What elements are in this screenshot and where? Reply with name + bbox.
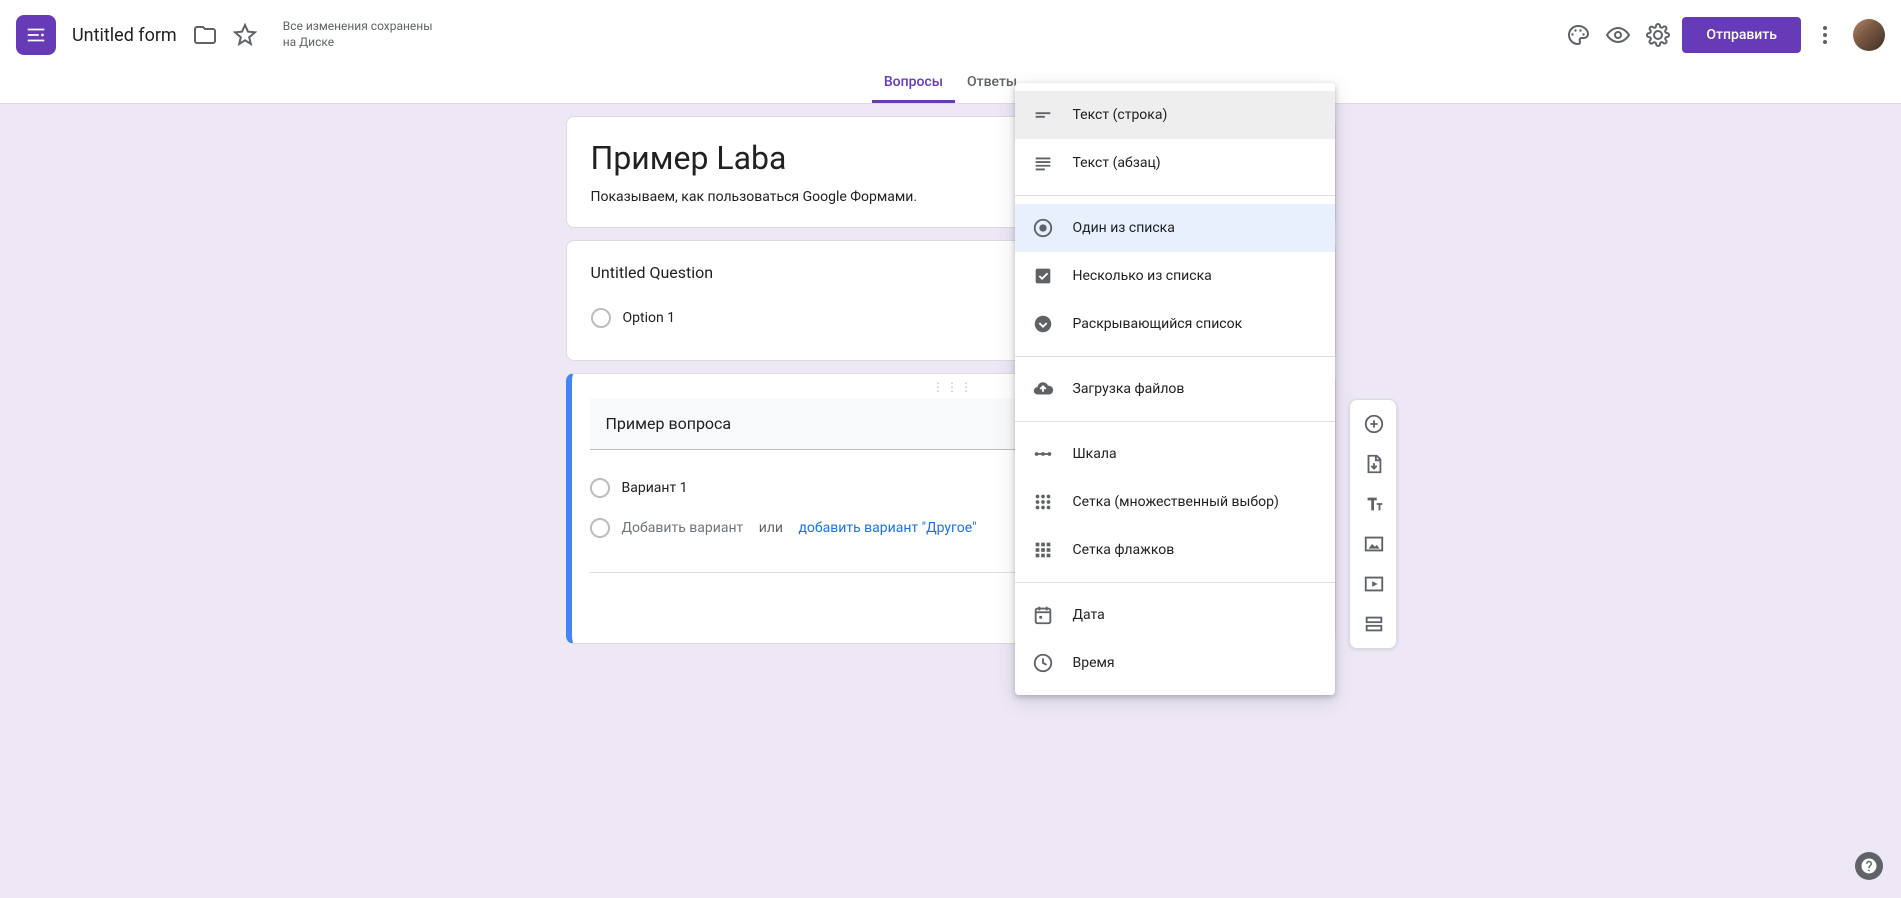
menu-item-label: Один из списка xyxy=(1073,220,1175,236)
radio-icon xyxy=(591,308,611,328)
menu-item-time[interactable]: Время xyxy=(1015,639,1335,687)
image-icon xyxy=(1363,533,1385,555)
linear-scale-icon xyxy=(1031,442,1055,466)
option-label[interactable]: Вариант 1 xyxy=(622,480,688,496)
or-text: или xyxy=(759,520,783,536)
add-option-placeholder[interactable]: Добавить вариант xyxy=(622,520,744,536)
cloud-upload-icon xyxy=(1031,377,1055,401)
menu-item-linear-scale[interactable]: Шкала xyxy=(1015,430,1335,478)
save-status-line2: на Диске xyxy=(283,35,433,51)
menu-item-label: Дата xyxy=(1073,607,1105,623)
section-icon xyxy=(1363,613,1385,635)
customize-theme-button[interactable] xyxy=(1558,15,1598,55)
menu-item-label: Загрузка файлов xyxy=(1073,381,1185,397)
menu-item-label: Сетка флажков xyxy=(1073,542,1175,558)
menu-item-label: Раскрывающийся список xyxy=(1073,316,1243,332)
option-label: Option 1 xyxy=(623,310,676,326)
move-to-folder-button[interactable] xyxy=(185,15,225,55)
add-question-button[interactable] xyxy=(1350,404,1398,444)
clock-icon xyxy=(1031,651,1055,675)
question-type-menu[interactable]: Текст (строка) Текст (абзац) Один из списк… xyxy=(1015,83,1335,695)
star-button[interactable] xyxy=(225,15,265,55)
menu-divider xyxy=(1015,421,1335,422)
add-image-button[interactable] xyxy=(1350,524,1398,564)
settings-button[interactable] xyxy=(1638,15,1678,55)
or-text xyxy=(791,520,794,536)
grid-dots-icon xyxy=(1031,490,1055,514)
add-title-button[interactable] xyxy=(1350,484,1398,524)
menu-item-mc-grid[interactable]: Сетка (множественный выбор) xyxy=(1015,478,1335,526)
add-video-button[interactable] xyxy=(1350,564,1398,604)
grid-squares-icon xyxy=(1031,538,1055,562)
account-avatar[interactable] xyxy=(1853,19,1885,51)
app-header: Untitled form Все изменения сохранены на… xyxy=(0,0,1901,64)
gear-icon xyxy=(1646,23,1670,47)
save-status-line1: Все изменения сохранены xyxy=(283,19,433,35)
radio-icon xyxy=(590,478,610,498)
tab-questions[interactable]: Вопросы xyxy=(872,64,955,103)
subject-icon xyxy=(1031,151,1055,175)
calendar-icon xyxy=(1031,603,1055,627)
dropdown-circle-icon xyxy=(1031,312,1055,336)
add-circle-icon xyxy=(1363,413,1385,435)
add-other-link[interactable]: добавить вариант "Другое" xyxy=(798,520,976,536)
help-button[interactable] xyxy=(1855,852,1883,880)
preview-button[interactable] xyxy=(1598,15,1638,55)
send-button[interactable]: Отправить xyxy=(1682,17,1801,53)
radio-icon xyxy=(590,518,610,538)
save-status: Все изменения сохранены на Диске xyxy=(283,19,433,50)
menu-item-label: Время xyxy=(1073,655,1115,671)
more-menu-button[interactable] xyxy=(1805,15,1845,55)
menu-item-label: Текст (абзац) xyxy=(1073,155,1161,171)
checkbox-icon xyxy=(1031,264,1055,288)
menu-item-label: Текст (строка) xyxy=(1073,107,1168,123)
video-icon xyxy=(1363,573,1385,595)
drag-handle-icon[interactable]: ⋮⋮⋮ xyxy=(932,380,974,394)
or-text xyxy=(747,520,750,536)
side-toolbar xyxy=(1349,399,1397,649)
star-icon xyxy=(233,23,257,47)
eye-icon xyxy=(1606,23,1630,47)
form-title-input[interactable]: Untitled form xyxy=(72,25,177,46)
menu-item-file-upload[interactable]: Загрузка файлов xyxy=(1015,365,1335,413)
form-canvas: Пример Laba Показываем, как пользоваться… xyxy=(0,104,1901,898)
menu-divider xyxy=(1015,195,1335,196)
folder-icon xyxy=(193,23,217,47)
menu-item-paragraph[interactable]: Текст (абзац) xyxy=(1015,139,1335,187)
menu-item-short-answer[interactable]: Текст (строка) xyxy=(1015,91,1335,139)
import-questions-button[interactable] xyxy=(1350,444,1398,484)
menu-item-checkboxes[interactable]: Несколько из списка xyxy=(1015,252,1335,300)
menu-divider xyxy=(1015,582,1335,583)
title-icon xyxy=(1363,493,1385,515)
menu-item-label: Сетка (множественный выбор) xyxy=(1073,494,1279,510)
short-text-icon xyxy=(1031,103,1055,127)
add-section-button[interactable] xyxy=(1350,604,1398,644)
menu-item-date[interactable]: Дата xyxy=(1015,591,1335,639)
import-icon xyxy=(1363,453,1385,475)
menu-item-multiple-choice[interactable]: Один из списка xyxy=(1015,204,1335,252)
radio-icon xyxy=(1031,216,1055,240)
more-vert-icon xyxy=(1813,23,1837,47)
menu-item-label: Шкала xyxy=(1073,446,1117,462)
forms-logo[interactable] xyxy=(16,15,56,55)
menu-item-dropdown[interactable]: Раскрывающийся список xyxy=(1015,300,1335,348)
form-tabs: Вопросы Ответы xyxy=(0,64,1901,104)
menu-item-label: Несколько из списка xyxy=(1073,268,1212,284)
help-icon xyxy=(1860,857,1878,875)
menu-divider xyxy=(1015,356,1335,357)
menu-item-cb-grid[interactable]: Сетка флажков xyxy=(1015,526,1335,574)
palette-icon xyxy=(1566,23,1590,47)
